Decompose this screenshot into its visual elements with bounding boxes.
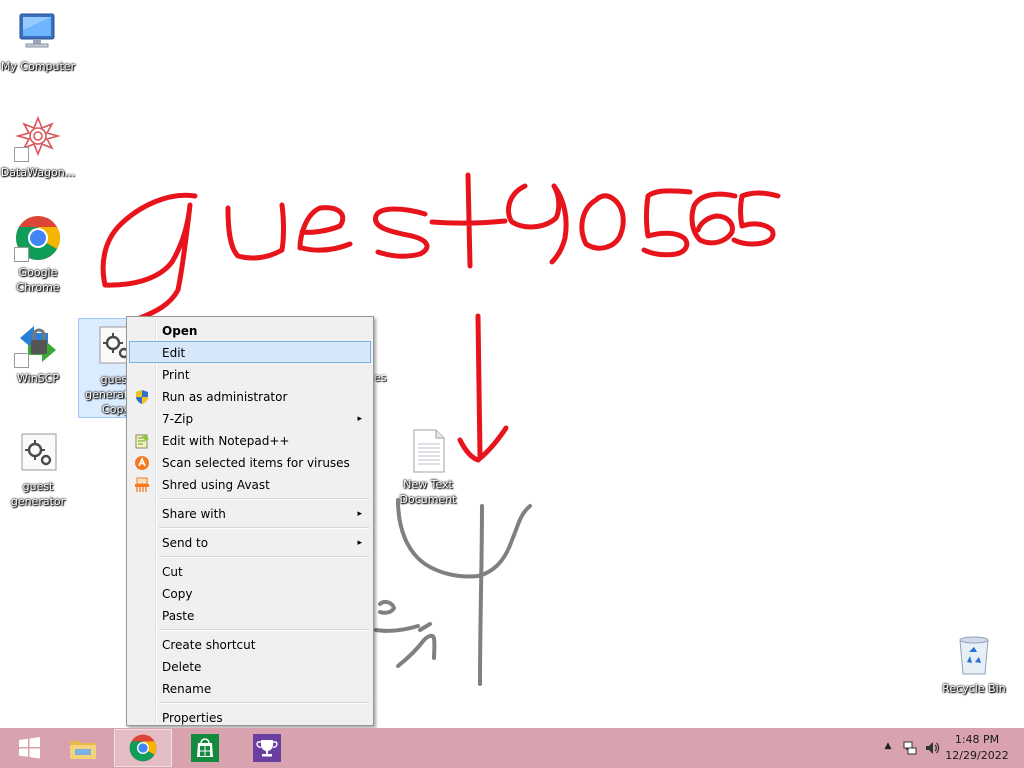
hidden-icon-label-fragment: es: [374, 371, 387, 384]
desktop-icon-label: guest generator: [10, 480, 66, 508]
trophy-icon: [253, 734, 281, 762]
system-tray: ▲ 1:48 PM 12/29/2022: [864, 728, 1024, 768]
menu-item-rename[interactable]: Rename: [129, 677, 371, 699]
taskbar-store-button[interactable]: [176, 729, 234, 767]
context-menu: Open Edit Print Run as administrator 7-Z…: [126, 316, 374, 726]
chrome-icon: [129, 734, 157, 762]
shortcut-arrow-icon: [14, 247, 29, 262]
menu-item-label: Delete: [162, 660, 202, 674]
menu-item-label: Send to: [162, 536, 209, 550]
shortcut-arrow-icon: [14, 147, 29, 162]
desktop-icon-label: DataWagon...: [0, 166, 76, 179]
menu-item-properties[interactable]: Properties: [129, 706, 371, 728]
menu-item-share-with[interactable]: Share with ▸: [129, 502, 371, 524]
menu-item-delete[interactable]: Delete: [129, 655, 371, 677]
menu-separator: [129, 495, 371, 502]
desktop-icon-winscp[interactable]: WinSCP: [0, 318, 76, 386]
submenu-arrow-icon: ▸: [357, 509, 362, 519]
desktop-icon-guest-generator[interactable]: guest generator: [0, 426, 76, 509]
menu-item-label: Cut: [162, 565, 183, 579]
recycle-bin-icon: [950, 630, 998, 678]
menu-item-scan-for-viruses[interactable]: Scan selected items for viruses: [129, 451, 371, 473]
chrome-icon: [14, 214, 62, 262]
avast-icon: [134, 455, 150, 471]
menu-item-label: Open: [162, 324, 198, 338]
menu-item-label: Print: [162, 368, 190, 382]
menu-item-label: Run as administrator: [162, 390, 288, 404]
desktop-icon-label: New Text Document: [399, 478, 457, 506]
datawagon-icon: [14, 114, 62, 162]
taskbar-trophy-app-button[interactable]: [238, 729, 296, 767]
menu-item-edit[interactable]: Edit: [129, 341, 371, 363]
windows-logo-icon: [19, 737, 40, 759]
folder-icon: [70, 741, 96, 759]
desktop-icon-label: Recycle Bin: [942, 682, 1006, 695]
menu-item-create-shortcut[interactable]: Create shortcut: [129, 633, 371, 655]
submenu-arrow-icon: ▸: [357, 538, 362, 548]
menu-separator: [129, 524, 371, 531]
taskbar-clock[interactable]: 1:48 PM 12/29/2022: [942, 732, 1012, 764]
clock-time: 1:48 PM: [954, 733, 1000, 746]
show-hidden-icons-chevron[interactable]: ▲: [880, 741, 896, 757]
menu-item-label: 7-Zip: [162, 412, 194, 426]
menu-item-print[interactable]: Print: [129, 363, 371, 385]
menu-item-label: Copy: [162, 587, 193, 601]
shortcut-arrow-icon: [14, 353, 29, 368]
desktop-icon-datawagon[interactable]: DataWagon...: [0, 112, 76, 180]
taskbar-file-explorer-button[interactable]: [54, 729, 112, 767]
winscp-icon: [14, 320, 62, 368]
computer-icon: [14, 8, 62, 56]
menu-item-copy[interactable]: Copy: [129, 582, 371, 604]
submenu-arrow-icon: ▸: [357, 414, 362, 424]
desktop-icon-new-text-document[interactable]: New Text Document: [390, 424, 466, 507]
avast-shredder-icon: [134, 477, 150, 493]
menu-item-label: Create shortcut: [162, 638, 256, 652]
menu-item-paste[interactable]: Paste: [129, 604, 371, 626]
menu-item-label: Scan selected items for viruses: [162, 456, 350, 470]
menu-item-label: Share with: [162, 507, 226, 521]
network-icon[interactable]: [902, 740, 918, 756]
taskbar-chrome-button[interactable]: [114, 729, 172, 767]
menu-separator: [129, 699, 371, 706]
store-icon: [191, 734, 219, 762]
menu-item-label: Edit: [162, 346, 186, 360]
menu-item-label: Edit with Notepad++: [162, 434, 290, 448]
start-button[interactable]: [0, 729, 58, 767]
menu-item-shred-using-avast[interactable]: Shred using Avast: [129, 473, 371, 495]
desktop-icon-label: My Computer: [0, 60, 76, 73]
volume-icon[interactable]: [924, 740, 940, 756]
menu-item-label: Properties: [162, 711, 223, 725]
clock-date: 12/29/2022: [945, 749, 1009, 762]
desktop-icon-label: Google Chrome: [16, 266, 60, 294]
desktop-icon-label: WinSCP: [17, 372, 59, 385]
desktop-icon-my-computer[interactable]: My Computer: [0, 6, 76, 74]
menu-item-send-to[interactable]: Send to ▸: [129, 531, 371, 553]
menu-item-run-as-administrator[interactable]: Run as administrator: [129, 385, 371, 407]
script-file-icon: [14, 428, 62, 476]
menu-separator: [129, 553, 371, 560]
menu-item-label: Paste: [162, 609, 195, 623]
desktop-icon-google-chrome[interactable]: Google Chrome: [0, 212, 76, 295]
menu-item-label: Shred using Avast: [162, 478, 270, 492]
menu-item-open[interactable]: Open: [129, 319, 371, 341]
menu-separator: [129, 626, 371, 633]
desktop-icon-recycle-bin[interactable]: Recycle Bin: [936, 628, 1012, 696]
taskbar: ▲ 1:48 PM 12/29/2022: [0, 728, 1024, 768]
uac-shield-icon: [134, 389, 150, 405]
menu-item-label: Rename: [162, 682, 212, 696]
menu-item-cut[interactable]: Cut: [129, 560, 371, 582]
text-document-icon: [404, 426, 452, 474]
menu-item-edit-with-notepad-plus-plus[interactable]: Edit with Notepad++: [129, 429, 371, 451]
notepad-plus-plus-icon: [134, 433, 150, 449]
menu-item-7-zip[interactable]: 7-Zip ▸: [129, 407, 371, 429]
